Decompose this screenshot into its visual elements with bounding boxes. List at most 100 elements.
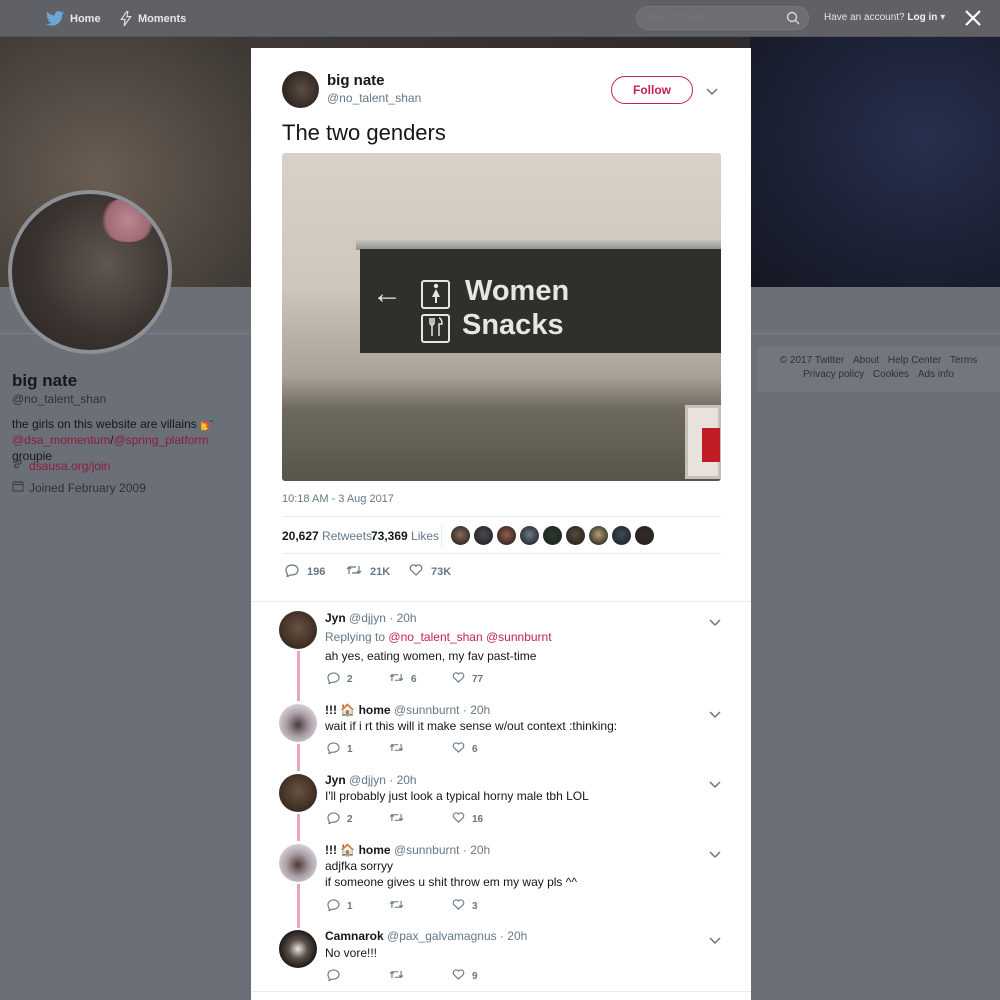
reply-count: 1 bbox=[347, 744, 353, 755]
search-box[interactable] bbox=[636, 6, 809, 30]
footer-help-center[interactable]: Help Center bbox=[888, 355, 941, 366]
close-icon[interactable] bbox=[962, 7, 984, 29]
profile-website[interactable]: dsausa.org/join bbox=[12, 458, 110, 473]
search-input[interactable] bbox=[647, 12, 777, 23]
liker-avatar[interactable] bbox=[451, 526, 470, 545]
retweet-button[interactable] bbox=[389, 969, 411, 983]
retweet-button[interactable] bbox=[389, 812, 411, 826]
footer-terms[interactable]: Terms bbox=[950, 355, 977, 366]
liker-avatar[interactable] bbox=[589, 526, 608, 545]
reply-button[interactable] bbox=[327, 969, 347, 984]
retweet-icon bbox=[389, 812, 404, 826]
reply-author-handle: @pax_galvamagnus bbox=[387, 929, 497, 943]
login-link[interactable]: Log in bbox=[907, 12, 937, 23]
search-icon[interactable] bbox=[786, 11, 800, 30]
reply-button[interactable]: 2 bbox=[327, 672, 353, 687]
like-button[interactable]: 73K bbox=[409, 564, 451, 579]
reply-text: No vore!!! bbox=[325, 946, 378, 960]
liker-avatar[interactable] bbox=[474, 526, 493, 545]
liker-avatar[interactable] bbox=[497, 526, 516, 545]
banner-photo-right bbox=[750, 37, 1000, 287]
follow-button[interactable]: Follow bbox=[611, 76, 693, 104]
heart-icon bbox=[452, 742, 465, 756]
like-button[interactable]: 6 bbox=[452, 742, 478, 756]
author-name[interactable]: big nate bbox=[327, 72, 385, 89]
tweet-text: The two genders bbox=[282, 120, 446, 145]
reply-button[interactable]: 2 bbox=[327, 812, 353, 827]
author-avatar[interactable] bbox=[282, 71, 319, 108]
reply-button[interactable]: 1 bbox=[327, 899, 353, 914]
profile-name: big nate bbox=[12, 371, 78, 390]
retweets-stat[interactable]: 20,627 Retweets bbox=[282, 529, 372, 543]
profile-avatar[interactable] bbox=[8, 190, 172, 354]
tweet-photo[interactable]: ← Women Snacks bbox=[282, 153, 721, 481]
reply-avatar[interactable] bbox=[279, 704, 317, 742]
reply-header[interactable]: Jyn @djjyn · 20h bbox=[325, 773, 417, 787]
reply-button[interactable]: 196 bbox=[285, 564, 325, 580]
chevron-down-icon[interactable] bbox=[709, 614, 721, 632]
reply-author-name: !!! 🏠 home bbox=[325, 703, 391, 717]
liker-avatar[interactable] bbox=[612, 526, 631, 545]
like-button[interactable]: 3 bbox=[452, 899, 478, 913]
tweet-timestamp[interactable]: 10:18 AM - 3 Aug 2017 bbox=[282, 493, 394, 505]
reply-header[interactable]: Camnarok @pax_galvamagnus · 20h bbox=[325, 929, 527, 943]
reply-avatar[interactable] bbox=[279, 774, 317, 812]
liker-avatar[interactable] bbox=[520, 526, 539, 545]
likes-stat[interactable]: 73,369 Likes bbox=[371, 529, 439, 543]
retweet-button[interactable] bbox=[389, 742, 411, 756]
liker-avatar[interactable] bbox=[566, 526, 585, 545]
replying-mention-2[interactable]: @sunnburnt bbox=[486, 630, 552, 644]
bio-mention-dsa-momentum[interactable]: @dsa_momentum bbox=[12, 433, 110, 447]
replies-divider bbox=[251, 601, 751, 602]
bio-mention-spring-platform[interactable]: @spring_platform bbox=[114, 433, 209, 447]
sign-text-snacks: Snacks bbox=[462, 309, 564, 341]
chevron-down-icon[interactable] bbox=[709, 776, 721, 794]
joined-text: Joined February 2009 bbox=[29, 480, 146, 495]
chevron-down-icon[interactable] bbox=[709, 932, 721, 950]
retweet-count: 21K bbox=[370, 565, 391, 578]
reply-author-handle: @djjyn bbox=[349, 611, 386, 625]
retweet-button[interactable] bbox=[389, 899, 411, 913]
author-handle[interactable]: @no_talent_shan bbox=[327, 91, 421, 105]
reply-avatar[interactable] bbox=[279, 611, 317, 649]
reply-avatar[interactable] bbox=[279, 844, 317, 882]
restroom-icon bbox=[421, 280, 450, 309]
footer-ads-info[interactable]: Ads info bbox=[918, 369, 954, 380]
like-button[interactable]: 16 bbox=[452, 812, 483, 826]
reply-author-name: Jyn bbox=[325, 611, 346, 625]
retweets-count: 20,627 bbox=[282, 529, 319, 543]
reply-avatar[interactable] bbox=[279, 930, 317, 968]
replying-mention-1[interactable]: @no_talent_shan bbox=[388, 630, 482, 644]
reply-icon bbox=[327, 812, 340, 827]
retweet-button[interactable]: 21K bbox=[346, 564, 390, 579]
exit-sign bbox=[685, 405, 721, 479]
liker-avatar[interactable] bbox=[635, 526, 654, 545]
liker-avatar[interactable] bbox=[543, 526, 562, 545]
reply-header[interactable]: !!! 🏠 home @sunnburnt · 20h bbox=[325, 843, 490, 857]
footer-about[interactable]: About bbox=[853, 355, 879, 366]
reply-author-handle: @djjyn bbox=[349, 773, 386, 787]
account-prompt-text: Have an account? bbox=[824, 12, 905, 23]
profile-handle: @no_talent_shan bbox=[12, 392, 107, 406]
footer-privacy[interactable]: Privacy policy bbox=[803, 369, 864, 380]
retweet-button[interactable]: 6 bbox=[389, 672, 417, 686]
heart-icon bbox=[409, 564, 423, 579]
reply-text: adjfka sorryy if someone gives u shit th… bbox=[325, 858, 577, 890]
chevron-down-icon[interactable] bbox=[706, 83, 718, 101]
tweet-stats: 20,627 Retweets 73,369 Likes bbox=[282, 516, 721, 554]
likes-label: Likes bbox=[411, 529, 440, 543]
footer-cookies[interactable]: Cookies bbox=[873, 369, 909, 380]
caret-down-icon[interactable]: ▾ bbox=[940, 12, 945, 23]
reply-header[interactable]: Jyn @djjyn · 20h bbox=[325, 611, 417, 625]
reply-header[interactable]: !!! 🏠 home @sunnburnt · 20h bbox=[325, 703, 490, 717]
like-button[interactable]: 9 bbox=[452, 969, 478, 983]
website-link[interactable]: dsausa.org/join bbox=[29, 459, 110, 473]
tweet-actions: 196 21K 73K bbox=[285, 564, 585, 584]
nav-moments[interactable]: Moments bbox=[120, 11, 186, 26]
heart-icon bbox=[452, 969, 465, 983]
like-button[interactable]: 77 bbox=[452, 672, 483, 686]
reply-button[interactable]: 1 bbox=[327, 742, 353, 757]
nav-home[interactable]: Home bbox=[46, 11, 101, 26]
chevron-down-icon[interactable] bbox=[709, 706, 721, 724]
chevron-down-icon[interactable] bbox=[709, 846, 721, 864]
